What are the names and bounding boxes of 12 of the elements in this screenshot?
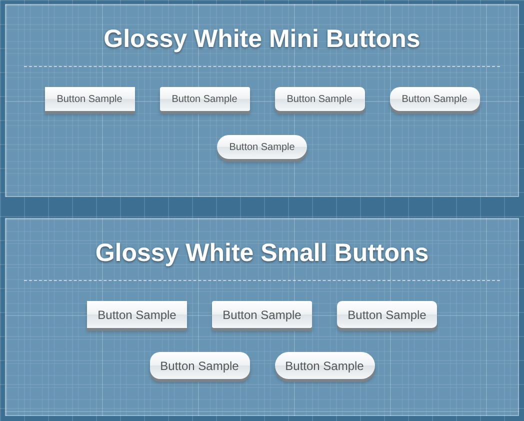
panel-title: Glossy White Mini Buttons (104, 25, 420, 54)
sample-button[interactable]: Button Sample (212, 301, 312, 328)
sample-button[interactable]: Button Sample (150, 352, 250, 379)
sample-button[interactable]: Button Sample (274, 87, 364, 111)
panel-title: Glossy White Small Buttons (95, 239, 429, 268)
sample-button[interactable]: Button Sample (217, 135, 307, 159)
sample-button[interactable]: Button Sample (160, 87, 250, 111)
sample-button[interactable]: Button Sample (390, 87, 480, 111)
sample-button[interactable]: Button Sample (337, 301, 437, 328)
sample-button[interactable]: Button Sample (274, 352, 374, 379)
sample-button[interactable]: Button Sample (44, 87, 134, 111)
sample-button[interactable]: Button Sample (87, 301, 187, 328)
